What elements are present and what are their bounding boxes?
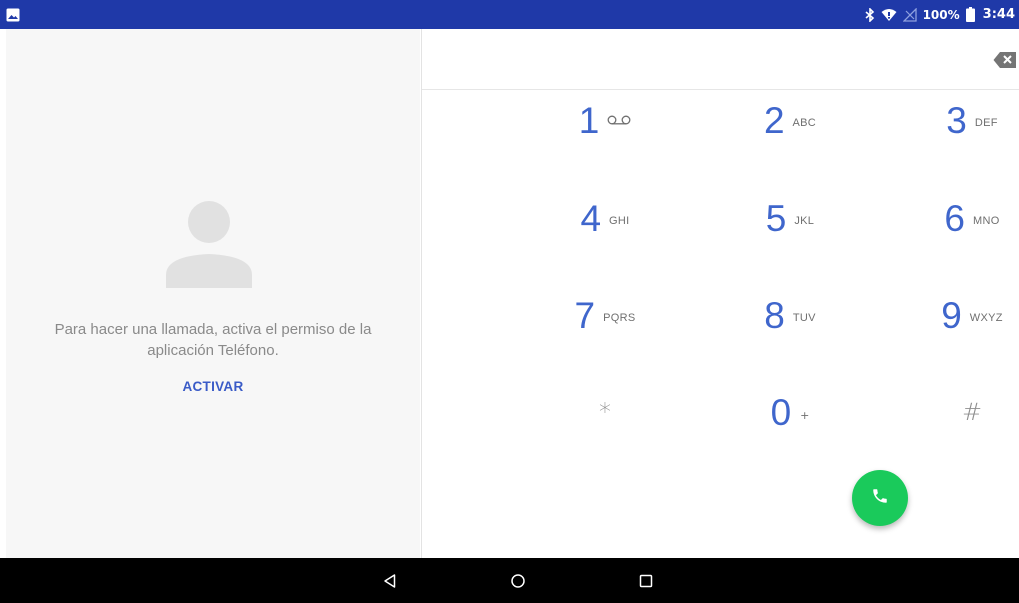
- dialpad: 1 2 ABC 3 DEF 4 GHI 5 JKL 6 MNO 7 PQRS 8…: [422, 90, 1019, 478]
- person-icon: [164, 198, 254, 288]
- key-digit: 3: [946, 99, 967, 141]
- key-digit: 0: [770, 391, 792, 433]
- wifi-icon: [881, 8, 897, 22]
- status-bar: 100% 3:44: [0, 0, 1019, 29]
- key-4[interactable]: 4 GHI: [515, 188, 695, 248]
- backspace-icon[interactable]: [993, 51, 1017, 69]
- recents-icon[interactable]: [636, 571, 656, 591]
- back-icon[interactable]: [380, 571, 400, 591]
- key-digit: *: [599, 398, 611, 426]
- activate-button[interactable]: ACTIVAR: [173, 376, 253, 398]
- no-signal-icon: [902, 7, 917, 22]
- navigation-bar: [0, 558, 1019, 603]
- key-2[interactable]: 2 ABC: [700, 90, 880, 150]
- key-digit: 5: [765, 197, 787, 239]
- key-digit: 9: [941, 294, 962, 336]
- permission-message-line1: Para hacer una llamada, activa el permis…: [54, 321, 372, 338]
- key-3[interactable]: 3 DEF: [882, 90, 1019, 150]
- key-digit: 1: [578, 99, 600, 141]
- key-letters: DEF: [974, 117, 998, 129]
- key-letters: TUV: [792, 312, 816, 324]
- key-digit: 4: [580, 197, 602, 239]
- digits-field[interactable]: [422, 29, 1019, 90]
- bluetooth-icon: [865, 7, 875, 22]
- key-digit: 2: [763, 99, 785, 141]
- image-icon: [6, 7, 20, 22]
- key-5[interactable]: 5 JKL: [700, 188, 880, 248]
- key-8[interactable]: 8 TUV: [700, 285, 880, 345]
- call-button[interactable]: [852, 470, 908, 526]
- permission-message-line2: aplicación Teléfono.: [147, 342, 279, 359]
- key-digit: 8: [764, 294, 785, 336]
- key-letters: WXYZ: [969, 312, 1003, 324]
- key-hash[interactable]: #: [882, 382, 1019, 442]
- key-letters: MNO: [973, 215, 1000, 227]
- key-letters: ABC: [792, 117, 817, 129]
- key-letters: PQRS: [603, 312, 636, 324]
- permission-pane: Para hacer una llamada, activa el permis…: [6, 29, 420, 558]
- permission-message: Para hacer una llamada, activa el permis…: [6, 319, 420, 361]
- key-9[interactable]: 9 WXYZ: [882, 285, 1019, 345]
- voicemail-icon: [607, 115, 631, 128]
- battery-percent: 100%: [922, 7, 960, 22]
- key-0[interactable]: 0 +: [700, 382, 880, 442]
- key-digit: #: [961, 398, 983, 426]
- home-icon[interactable]: [508, 571, 528, 591]
- key-1[interactable]: 1: [515, 90, 695, 150]
- dialer-pane: 1 2 ABC 3 DEF 4 GHI 5 JKL 6 MNO 7 PQRS 8…: [421, 29, 1019, 558]
- battery-icon: [965, 7, 975, 22]
- key-letters: GHI: [609, 215, 630, 227]
- key-letters: JKL: [794, 215, 815, 227]
- key-letters: +: [800, 408, 810, 422]
- status-icons: 100% 3:44: [865, 0, 1015, 29]
- key-digit: 6: [944, 197, 965, 239]
- status-time: 3:44: [982, 7, 1015, 22]
- key-digit: 7: [574, 294, 596, 336]
- key-star[interactable]: *: [515, 382, 695, 442]
- phone-icon: [871, 487, 889, 509]
- key-6[interactable]: 6 MNO: [882, 188, 1019, 248]
- key-7[interactable]: 7 PQRS: [515, 285, 695, 345]
